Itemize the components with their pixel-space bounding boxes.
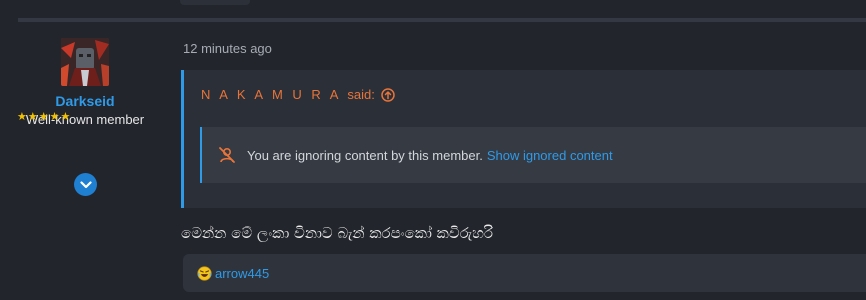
muted-user-icon xyxy=(218,146,236,164)
ignored-content-notice: You are ignoring content by this member.… xyxy=(200,127,866,183)
quote-said-label: said: xyxy=(347,87,375,102)
username[interactable]: Darkseid xyxy=(0,93,170,109)
expand-user-info-button[interactable] xyxy=(74,173,97,196)
arrow-up-circle-icon[interactable] xyxy=(381,87,395,102)
reaction-users-link[interactable]: arrow445 xyxy=(215,266,269,281)
laugh-reaction-icon[interactable] xyxy=(197,265,212,281)
post-timestamp[interactable]: 12 minutes ago xyxy=(183,41,272,56)
quote-header[interactable]: N A K A M U R A said: xyxy=(201,87,395,102)
post-message: මෙන්න මේ ලංකා විනාව බැන් කරපංකෝ කවිරුහරි xyxy=(181,224,494,242)
reactions-bar: arrow445 xyxy=(183,254,866,292)
user-rating-stars: ★★★★★ xyxy=(17,111,72,123)
quote-block: N A K A M U R A said: You are ignoring c… xyxy=(181,70,866,208)
ignored-message: You are ignoring content by this member. xyxy=(247,147,483,163)
post-divider xyxy=(18,18,866,22)
avatar[interactable] xyxy=(61,38,109,86)
chevron-down-icon xyxy=(79,180,92,188)
show-ignored-content-link[interactable]: Show ignored content xyxy=(487,148,613,163)
previous-post-button[interactable] xyxy=(180,0,250,5)
quote-author[interactable]: N A K A M U R A xyxy=(201,87,341,102)
